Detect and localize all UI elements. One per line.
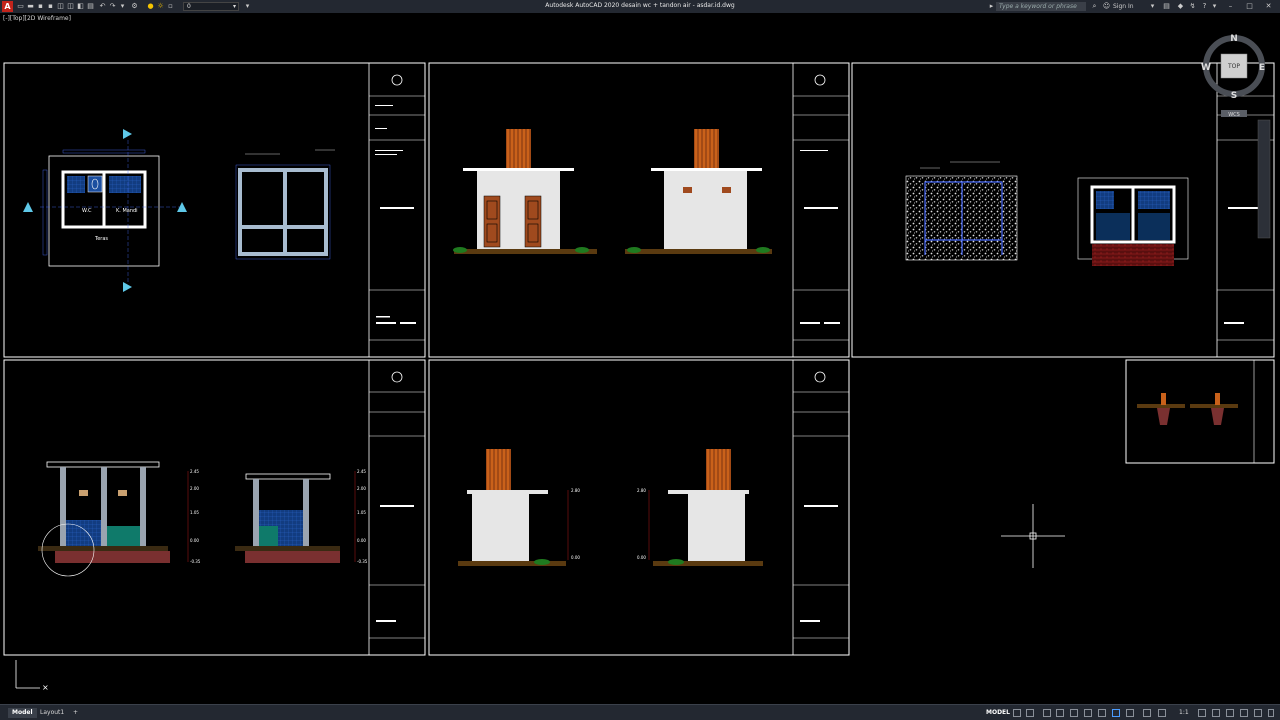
level-label: 2.80 bbox=[637, 488, 646, 493]
user-icon[interactable]: ☺ bbox=[1102, 2, 1111, 11]
level-label: 0.00 bbox=[357, 538, 366, 543]
tab-model[interactable]: Model bbox=[8, 708, 37, 718]
status-bar: Model Layout1 + MODEL 1:1 bbox=[0, 704, 1280, 720]
sign-in-dropdown-icon[interactable]: ▾ bbox=[1148, 2, 1157, 11]
ortho-icon[interactable] bbox=[1043, 709, 1051, 717]
snap-icon[interactable] bbox=[1026, 709, 1034, 717]
selection-cycling-icon[interactable] bbox=[1143, 709, 1151, 717]
viewport-controls[interactable]: [-][Top][2D Wireframe] bbox=[3, 15, 71, 22]
exchange-icon[interactable]: ↯ bbox=[1188, 2, 1197, 11]
add-layout-button[interactable]: + bbox=[69, 708, 82, 718]
customization-icon[interactable] bbox=[1268, 709, 1274, 717]
help-icon[interactable]: ? bbox=[1200, 2, 1209, 11]
navigation-bar[interactable] bbox=[1257, 119, 1271, 239]
sign-in-link[interactable]: Sign In bbox=[1113, 2, 1134, 11]
minimize-icon[interactable]: – bbox=[1226, 2, 1235, 11]
viewcube-face[interactable]: TOP bbox=[1227, 63, 1240, 70]
compass-north[interactable]: N bbox=[1230, 34, 1238, 44]
viewcube[interactable]: TOP N W E S WCS bbox=[1201, 34, 1265, 118]
tab-layout1[interactable]: Layout1 bbox=[36, 708, 68, 718]
level-label: 2.00 bbox=[357, 486, 366, 491]
close-icon[interactable]: ✕ bbox=[1264, 2, 1273, 11]
title-block bbox=[793, 371, 849, 639]
annotation-scale[interactable]: 1:1 bbox=[1179, 708, 1189, 718]
compass-west[interactable]: W bbox=[1201, 63, 1211, 73]
search-icon[interactable]: ⌕ bbox=[1090, 2, 1099, 11]
help-dropdown-icon[interactable]: ▾ bbox=[1210, 2, 1219, 11]
drawing-canvas[interactable]: W.C K. Mandi Teras 2.45 2.00 1.05 0.00 -… bbox=[0, 14, 1280, 704]
room-label-wc: W.C bbox=[82, 208, 92, 214]
level-label: 2.00 bbox=[190, 486, 199, 491]
wcs-menu[interactable]: WCS bbox=[1228, 112, 1240, 118]
title-bar: A ▭ ▬ ▪ ▪ ◫ ◫ ◧ ▤ ↶ ↷ ▾ ⚙ ● ☼ ▫ 0 ▾ ▾ Au… bbox=[0, 0, 1280, 13]
sheet-sections: 2.45 2.00 1.05 0.00 -0.35 2.45 2.00 1.05… bbox=[3, 359, 426, 656]
title-block bbox=[793, 74, 849, 341]
maximize-icon[interactable]: □ bbox=[1245, 2, 1254, 11]
search-input[interactable]: Type a keyword or phrase bbox=[996, 2, 1086, 11]
a360-icon[interactable]: ◆ bbox=[1176, 2, 1185, 11]
sheet-plan: W.C K. Mandi Teras bbox=[3, 62, 426, 358]
isodraft-icon[interactable] bbox=[1070, 709, 1078, 717]
level-label: 2.45 bbox=[190, 469, 199, 474]
lineweight-icon[interactable] bbox=[1112, 709, 1120, 717]
title-block bbox=[369, 371, 425, 639]
sheet-elevation-side: 2.80 0.00 2.80 0.00 bbox=[428, 359, 850, 656]
isolate-objects-icon[interactable] bbox=[1240, 709, 1248, 717]
compass-east[interactable]: E bbox=[1259, 63, 1265, 73]
sheet-elevation-front bbox=[428, 62, 850, 358]
sheet-detail-small bbox=[1125, 359, 1275, 464]
level-label: 2.45 bbox=[357, 469, 366, 474]
crosshair-cursor bbox=[1001, 504, 1065, 568]
model-space-toggle[interactable]: MODEL bbox=[986, 708, 1010, 718]
room-label-kamar-mandi: K. Mandi bbox=[116, 208, 138, 214]
annotation-visibility-icon[interactable] bbox=[1158, 709, 1166, 717]
ucs-icon: × bbox=[15, 660, 49, 692]
level-label: -0.35 bbox=[190, 559, 201, 564]
level-label: 1.05 bbox=[190, 510, 199, 515]
title-block bbox=[369, 74, 425, 341]
clean-screen-icon[interactable] bbox=[1254, 709, 1262, 717]
transparency-icon[interactable] bbox=[1126, 709, 1134, 717]
svg-text:×: × bbox=[42, 683, 49, 692]
workspace-switching-icon[interactable] bbox=[1198, 709, 1206, 717]
object-snap-tracking-icon[interactable] bbox=[1084, 709, 1092, 717]
level-label: 0.00 bbox=[190, 538, 199, 543]
sheet-roof-plan bbox=[851, 62, 1275, 358]
object-snap-icon[interactable] bbox=[1098, 709, 1106, 717]
level-label: 0.00 bbox=[637, 555, 646, 560]
window-title: Autodesk AutoCAD 2020 desain wc + tandon… bbox=[545, 2, 735, 9]
units-icon[interactable] bbox=[1226, 709, 1234, 717]
annotation-monitor-icon[interactable] bbox=[1212, 709, 1220, 717]
level-label: -0.35 bbox=[357, 559, 368, 564]
level-label: 2.80 bbox=[571, 488, 580, 493]
polar-icon[interactable] bbox=[1056, 709, 1064, 717]
grid-icon[interactable] bbox=[1013, 709, 1021, 717]
compass-south[interactable]: S bbox=[1231, 91, 1237, 101]
autodesk-app-store-icon[interactable]: ▤ bbox=[1162, 2, 1171, 11]
level-label: 0.00 bbox=[571, 555, 580, 560]
room-label-teras: Teras bbox=[94, 236, 108, 242]
search-arrow-icon[interactable]: ▸ bbox=[987, 2, 996, 11]
level-label: 1.05 bbox=[357, 510, 366, 515]
